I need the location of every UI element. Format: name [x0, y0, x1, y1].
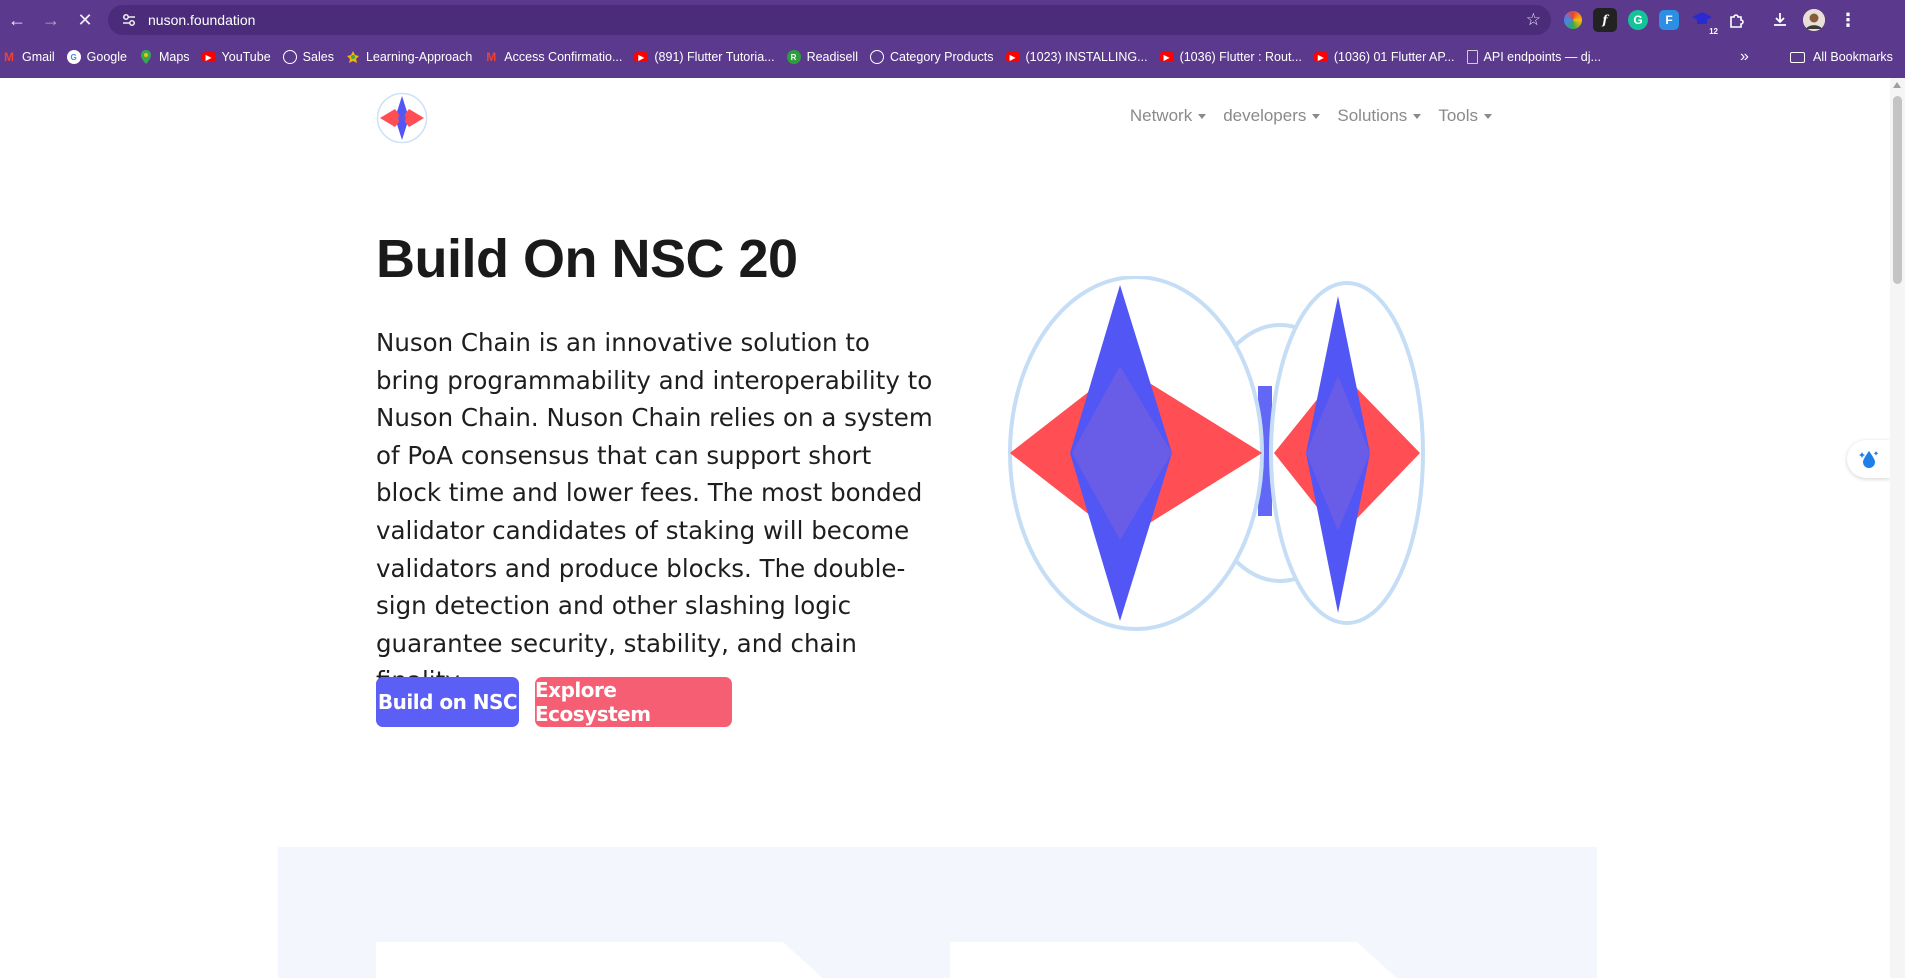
site-settings-icon[interactable] — [114, 5, 144, 35]
gmail-icon: M — [4, 50, 14, 64]
extensions-area: f G F 12 ⋮ — [1564, 6, 1871, 36]
bookmark-label: (1036) 01 Flutter AP... — [1333, 50, 1455, 64]
youtube-icon: ▶ — [1159, 52, 1174, 62]
caret-down-icon — [1198, 113, 1207, 119]
nav-developers-dropdown[interactable]: developers — [1223, 106, 1321, 126]
nav-solutions-dropdown[interactable]: Solutions — [1337, 106, 1422, 126]
color-picker-extension-icon[interactable] — [1564, 11, 1582, 29]
url-text[interactable]: nuson.foundation — [148, 12, 255, 28]
graduation-extension-icon[interactable]: 12 — [1690, 8, 1718, 36]
grammarly-extension-icon[interactable]: G — [1628, 10, 1648, 30]
all-bookmarks-button[interactable]: All Bookmarks — [1790, 44, 1893, 70]
caret-down-icon — [1413, 113, 1422, 119]
bookmark-label: Google — [86, 50, 127, 64]
bookmark-item[interactable]: API endpoints — dj... — [1461, 44, 1607, 70]
nav-label: Solutions — [1337, 106, 1408, 125]
feature-card — [950, 942, 1423, 978]
nuson-logo[interactable] — [376, 92, 428, 144]
build-on-nsc-button[interactable]: Build on NSC — [376, 677, 519, 727]
bookmark-item[interactable]: ▶ (1036) 01 Flutter AP... — [1308, 44, 1461, 70]
caret-down-icon — [1312, 113, 1321, 119]
bookmark-label: Category Products — [889, 50, 994, 64]
browser-chrome: ← → ✕ nuson.foundation ☆ f G F 12 ⋮ M Gm… — [0, 0, 1905, 78]
bookmark-item[interactable]: Maps — [133, 44, 196, 70]
bookmark-item[interactable]: M Access Confirmatio... — [478, 44, 628, 70]
scroll-up-arrow-icon[interactable] — [1893, 82, 1901, 88]
bookmark-label: Sales — [302, 50, 334, 64]
bookmark-label: Learning-Approach — [365, 50, 473, 64]
bookmark-label: Maps — [158, 50, 190, 64]
stop-loading-button[interactable]: ✕ — [68, 3, 102, 37]
bookmark-label: Readisell — [806, 50, 858, 64]
scrollbar-thumb[interactable] — [1893, 96, 1902, 284]
gmail-icon: M — [486, 50, 497, 64]
youtube-icon: ▶ — [1005, 52, 1020, 62]
web-page: Network developers Solutions Tools Build… — [0, 78, 1890, 978]
page-scrollbar[interactable] — [1890, 78, 1905, 978]
water-drop-sparkle-icon — [1858, 451, 1878, 468]
bookmark-label: (1023) INSTALLING... — [1025, 50, 1148, 64]
globe-icon — [869, 50, 884, 64]
nav-label: Tools — [1438, 106, 1478, 125]
hero-illustration — [1000, 275, 1440, 656]
more-bookmarks-chevron-icon[interactable]: » — [1740, 44, 1749, 70]
sheets-icon — [346, 50, 360, 64]
doc-icon — [1466, 50, 1478, 64]
bookmark-item[interactable]: Sales — [277, 44, 340, 70]
all-bookmarks-label: All Bookmarks — [1813, 50, 1893, 64]
browser-toolbar: ← → ✕ nuson.foundation ☆ f G F 12 ⋮ — [0, 0, 1905, 40]
bookmark-item[interactable]: G Google — [61, 44, 133, 70]
nav-label: Network — [1129, 106, 1193, 125]
bookmark-label: Gmail — [22, 50, 55, 64]
bookmark-label: (891) Flutter Tutoria... — [654, 50, 775, 64]
floating-assistant-button[interactable] — [1847, 440, 1890, 478]
bookmark-label: YouTube — [221, 50, 271, 64]
bookmark-item[interactable]: ▶ (1023) INSTALLING... — [1000, 44, 1154, 70]
hero-title: Build On NSC 20 — [376, 229, 798, 289]
bookmark-label: (1036) Flutter : Rout... — [1179, 50, 1302, 64]
main-nav: Network developers Solutions Tools — [1113, 106, 1492, 126]
address-bar[interactable]: nuson.foundation ☆ — [108, 5, 1551, 35]
chrome-menu-icon[interactable]: ⋮ — [1836, 8, 1860, 32]
youtube-icon: ▶ — [634, 52, 649, 62]
nav-label: developers — [1223, 106, 1307, 125]
back-button[interactable]: ← — [0, 3, 34, 37]
maps-icon — [139, 50, 153, 64]
bookmark-star-icon[interactable]: ☆ — [1526, 10, 1541, 30]
bookmark-item[interactable]: Category Products — [864, 44, 1000, 70]
bookmark-label: Access Confirmatio... — [504, 50, 623, 64]
bookmark-item[interactable]: ▶ YouTube — [196, 44, 277, 70]
folder-icon — [1790, 51, 1805, 63]
download-icon[interactable] — [1768, 8, 1792, 32]
youtube-icon: ▶ — [201, 52, 216, 62]
nav-tools-dropdown[interactable]: Tools — [1438, 106, 1492, 126]
explore-ecosystem-button[interactable]: Explore Ecosystem — [535, 677, 732, 727]
bookmark-item[interactable]: M Gmail — [0, 44, 61, 70]
google-icon: G — [66, 50, 81, 64]
bookmarks-bar: M Gmail G Google Maps ▶ YouTube Sales Learn… — [0, 44, 1905, 70]
bookmark-item[interactable]: R Readisell — [781, 44, 864, 70]
youtube-icon: ▶ — [1313, 52, 1328, 62]
globe-icon — [282, 50, 297, 64]
caret-down-icon — [1484, 113, 1492, 119]
feature-card — [376, 942, 849, 978]
f-extension-icon[interactable]: F — [1659, 10, 1679, 30]
profile-avatar[interactable] — [1803, 9, 1825, 31]
bookmark-item[interactable]: Learning-Approach — [340, 44, 478, 70]
puzzle-extensions-icon[interactable] — [1725, 8, 1749, 32]
nav-network-dropdown[interactable]: Network — [1129, 106, 1207, 126]
bookmark-label: API endpoints — dj... — [1483, 50, 1601, 64]
extension-badge: 12 — [1709, 27, 1718, 36]
hero-description: Nuson Chain is an innovative solution to… — [376, 328, 933, 695]
bookmark-item[interactable]: ▶ (891) Flutter Tutoria... — [628, 44, 780, 70]
bookmark-item[interactable]: ▶ (1036) Flutter : Rout... — [1154, 44, 1308, 70]
fonts-extension-icon[interactable]: f — [1593, 8, 1617, 32]
forward-button[interactable]: → — [34, 3, 68, 37]
readisell-icon: R — [786, 50, 801, 64]
